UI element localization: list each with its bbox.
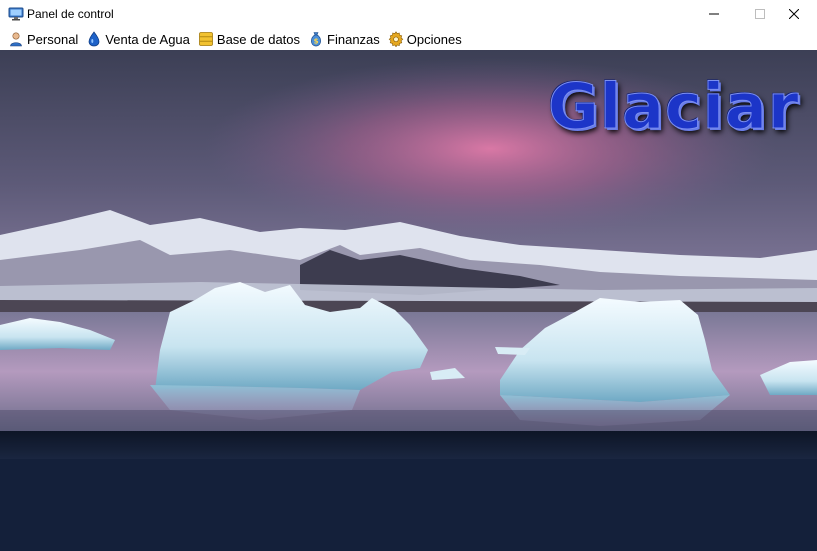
menu-item-label: Venta de Agua	[105, 31, 190, 47]
user-icon	[10, 32, 22, 47]
menu-item-label: Opciones	[406, 31, 462, 47]
database-icon	[199, 32, 213, 46]
menu-item-label: Base de datos	[216, 31, 301, 47]
menu-item-label: Personal	[27, 31, 79, 47]
menu-bar: Personal Venta de Agua Base de datos $ F…	[0, 28, 817, 51]
menu-item-venta-de-agua[interactable]: Venta de Agua	[82, 28, 194, 50]
water-drop-icon	[88, 31, 100, 47]
menu-item-personal[interactable]: Personal	[4, 28, 82, 50]
control-panel-window: Panel de control Personal Venta de Agua …	[0, 0, 817, 551]
window-title: Panel de control	[27, 7, 114, 21]
glaciar-logo: Glaciar	[547, 70, 800, 144]
content-area: Glaciar	[0, 50, 817, 551]
menu-item-label: Finanzas	[327, 31, 380, 47]
banner-shadow	[0, 431, 817, 459]
title-bar[interactable]: Panel de control	[0, 0, 817, 28]
gear-icon	[388, 31, 404, 47]
svg-text:$: $	[314, 38, 319, 46]
maximize-icon	[755, 9, 765, 19]
menu-item-base-de-datos[interactable]: Base de datos	[194, 28, 304, 50]
close-button[interactable]	[771, 0, 817, 28]
menu-item-finanzas[interactable]: $ Finanzas	[304, 28, 384, 50]
minimize-icon	[709, 13, 719, 15]
monitor-icon	[8, 7, 24, 21]
menu-item-opciones[interactable]: Opciones	[384, 28, 466, 50]
banner-image: Glaciar	[0, 50, 817, 431]
minimize-button[interactable]	[691, 0, 737, 28]
close-icon	[789, 9, 799, 19]
money-bag-icon: $	[311, 32, 322, 47]
